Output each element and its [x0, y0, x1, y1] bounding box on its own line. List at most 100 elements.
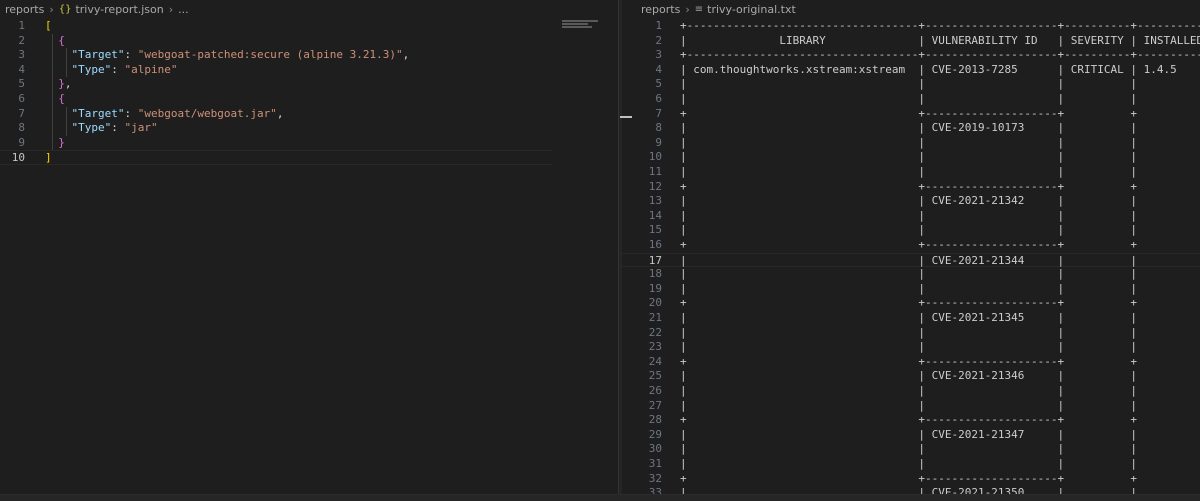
code-text: | com.thoughtworks.xstream:xstream | CVE… — [680, 62, 1177, 76]
code-text: | | | | — [680, 150, 1137, 164]
code-editor[interactable]: 1[2 {3 "Target": "webgoat-patched:secure… — [0, 19, 618, 501]
code-line[interactable]: 3 "Target": "webgoat-patched:secure (alp… — [0, 48, 618, 63]
code-text: { — [45, 34, 65, 49]
code-line[interactable]: 3 +-----------------------------------+--… — [622, 48, 1200, 63]
code-line[interactable]: 28 + +--------------------+ + — [622, 413, 1200, 428]
code-line[interactable]: 6 | | | | — [622, 92, 1200, 107]
code-token: "Type" — [71, 121, 112, 135]
code-token: } — [58, 135, 65, 149]
code-line[interactable]: 23 | | | | — [622, 340, 1200, 355]
code-text: "Target": "webgoat-patched:secure (alpin… — [45, 48, 410, 63]
code-token: { — [58, 92, 65, 105]
code-text: + +--------------------+ + — [680, 471, 1137, 485]
code-line[interactable]: 13 | | CVE-2021-21342 | | — [622, 194, 1200, 209]
code-line[interactable]: 25 | | CVE-2021-21346 | | — [622, 369, 1200, 384]
breadcrumb-symbol[interactable]: ... — [178, 3, 189, 16]
line-number: 5 — [18, 77, 25, 91]
line-number: 1 — [655, 19, 662, 32]
code-text: | | CVE-2021-21345 | | — [680, 311, 1137, 324]
code-line[interactable]: 15 | | | | — [622, 223, 1200, 238]
breadcrumb-folder[interactable]: reports — [5, 3, 44, 16]
code-text: | | | | — [680, 223, 1137, 237]
code-line[interactable]: 14 | | | | — [622, 209, 1200, 224]
code-line[interactable]: 7 "Target": "webgoat/webgoat.jar", — [0, 107, 618, 122]
code-line[interactable]: 1 +-----------------------------------+--… — [622, 19, 1200, 34]
minimap[interactable] — [562, 20, 602, 30]
code-text: + +--------------------+ + — [680, 106, 1137, 120]
breadcrumb: reports › ≡ trivy-original.txt — [622, 0, 1200, 18]
code-line[interactable]: 19 | | | | — [622, 282, 1200, 297]
code-line[interactable]: 29 | | CVE-2021-21347 | | — [622, 428, 1200, 443]
code-text: | | CVE-2021-21344 | | — [680, 253, 1137, 267]
code-text: + +--------------------+ + — [680, 413, 1137, 427]
right-editor-pane[interactable]: reports › ≡ trivy-original.txt 1 +-------… — [622, 0, 1200, 501]
scrollbar-marker[interactable] — [620, 116, 632, 118]
line-number: 4 — [18, 62, 25, 76]
code-token: : — [111, 121, 125, 135]
code-text: | | | | — [680, 442, 1137, 456]
breadcrumb-file[interactable]: trivy-report.json — [75, 3, 163, 16]
code-token: "Target" — [71, 106, 125, 120]
line-number: 8 — [655, 121, 662, 135]
line-number: 7 — [655, 106, 662, 120]
code-line[interactable]: 10 | | | | — [622, 150, 1200, 165]
horizontal-scrollbar[interactable] — [0, 494, 1200, 501]
code-line[interactable]: 17 | | CVE-2021-21344 | | — [622, 252, 1200, 268]
code-line[interactable]: 2 | LIBRARY | VULNERABILITY ID | SEVERITY… — [622, 34, 1200, 49]
chevron-right-icon: › — [685, 2, 690, 16]
code-line[interactable]: 2 { — [0, 34, 618, 49]
code-token: "jar" — [124, 121, 158, 135]
left-editor-pane[interactable]: reports › {} trivy-report.json › ... 1[2… — [0, 0, 618, 501]
code-line[interactable]: 30 | | | | — [622, 442, 1200, 457]
breadcrumb-file[interactable]: trivy-original.txt — [707, 3, 796, 16]
line-number: 30 — [648, 442, 662, 456]
text-editor[interactable]: 1 +-----------------------------------+--… — [622, 19, 1200, 501]
code-line[interactable]: 27 | | | | — [622, 399, 1200, 414]
line-number: 2 — [18, 33, 25, 47]
line-number: 1 — [18, 19, 25, 32]
code-line[interactable]: 5 | | | | — [622, 77, 1200, 92]
code-line[interactable]: 12 + +--------------------+ + — [622, 180, 1200, 195]
code-line[interactable]: 1[ — [0, 19, 618, 34]
line-number: 8 — [18, 121, 25, 135]
line-number: 26 — [648, 384, 662, 397]
code-line[interactable]: 32 + +--------------------+ + — [622, 472, 1200, 487]
line-number: 32 — [648, 471, 662, 485]
line-number: 24 — [648, 354, 662, 368]
code-line[interactable]: 8 | | CVE-2019-10173 | | — [622, 121, 1200, 136]
line-number: 19 — [648, 281, 662, 295]
code-line[interactable]: 5 }, — [0, 77, 618, 92]
code-text: | | | | — [680, 267, 1137, 281]
line-number: 21 — [648, 311, 662, 324]
code-line[interactable]: 9 } — [0, 136, 618, 151]
line-number: 31 — [648, 457, 662, 470]
code-line[interactable]: 8 "Type": "jar" — [0, 121, 618, 136]
code-line[interactable]: 11 | | | | — [622, 165, 1200, 180]
code-line[interactable]: 26 | | | | — [622, 384, 1200, 399]
code-line[interactable]: 4 "Type": "alpine" — [0, 63, 618, 78]
code-text: | | CVE-2021-21347 | | — [680, 427, 1137, 441]
code-line[interactable]: 21 | | CVE-2021-21345 | | — [622, 311, 1200, 326]
code-line[interactable]: 7 + +--------------------+ + — [622, 107, 1200, 122]
code-line[interactable]: 16 + +--------------------+ + — [622, 238, 1200, 253]
line-number: 10 — [648, 150, 662, 164]
code-line[interactable]: 9 | | | | — [622, 136, 1200, 151]
line-number: 15 — [648, 223, 662, 237]
code-line[interactable]: 20 + +--------------------+ + — [622, 296, 1200, 311]
code-line[interactable]: 24 + +--------------------+ + — [622, 355, 1200, 370]
code-line[interactable]: 22 | | | | — [622, 326, 1200, 341]
code-text: | | | | — [680, 457, 1137, 470]
code-line[interactable]: 31 | | | | — [622, 457, 1200, 472]
code-token: : — [124, 48, 138, 62]
code-line[interactable]: 6 { — [0, 92, 618, 107]
breadcrumb-folder[interactable]: reports — [641, 3, 680, 16]
code-line[interactable]: 18 | | | | — [622, 267, 1200, 282]
code-line[interactable]: 4 | com.thoughtworks.xstream:xstream | CV… — [622, 63, 1200, 78]
code-text: +-----------------------------------+---… — [680, 48, 1200, 62]
code-text: | | CVE-2021-21342 | | — [680, 194, 1137, 208]
code-token: , — [64, 77, 72, 91]
code-line[interactable]: 10] — [0, 150, 552, 165]
